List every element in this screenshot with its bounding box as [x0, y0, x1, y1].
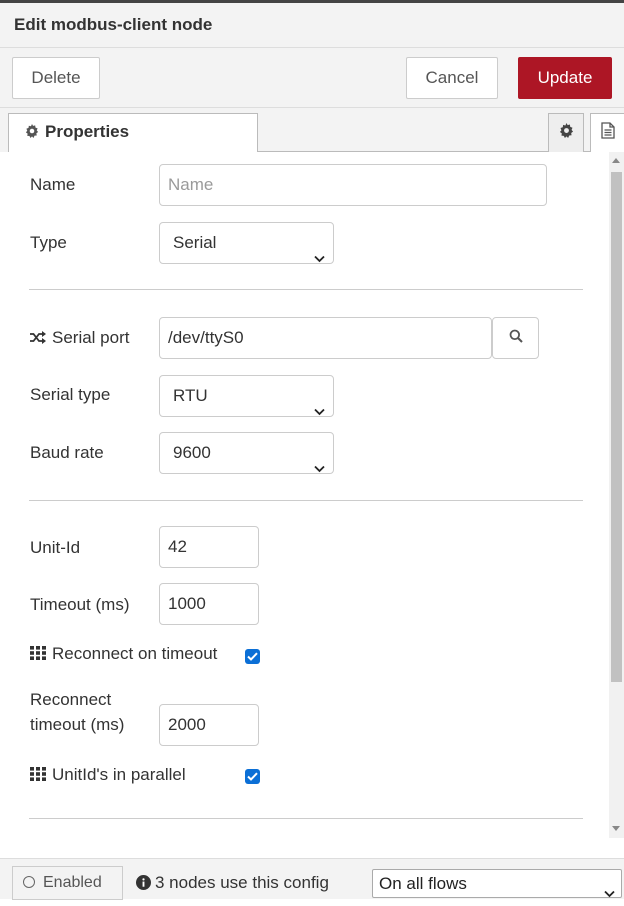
chevron-down-icon: [604, 879, 615, 906]
tab-properties[interactable]: Properties: [8, 113, 258, 153]
config-users-info: 3 nodes use this config: [136, 866, 329, 902]
reconnect-on-timeout-checkbox[interactable]: [245, 649, 260, 664]
cancel-button[interactable]: Cancel: [406, 57, 498, 99]
unitids-parallel-label: UnitId's in parallel: [30, 765, 186, 786]
checkmark-icon: [247, 652, 258, 661]
circle-icon: [23, 876, 35, 888]
reconnect-on-timeout-label: Reconnect on timeout: [30, 644, 217, 665]
reconnect-timeout-label-line2: timeout (ms): [30, 715, 125, 734]
grid-icon: [30, 766, 46, 786]
tab-bar: Properties: [0, 108, 624, 153]
gear-icon: [25, 115, 39, 151]
dialog-footer: Enabled 3 nodes use this config On all f…: [0, 858, 624, 902]
baud-rate-select[interactable]: 9600: [159, 432, 334, 474]
search-icon: [509, 328, 523, 348]
baud-rate-label: Baud rate: [30, 443, 104, 462]
unit-id-label: Unit-Id: [30, 538, 81, 557]
name-label: Name: [30, 175, 76, 194]
unitids-parallel-checkbox[interactable]: [245, 769, 260, 784]
chevron-down-icon: [314, 238, 325, 278]
reconnect-timeout-label-line1: Reconnect: [30, 690, 112, 709]
section-divider: [29, 289, 583, 290]
panel-scrollbar[interactable]: [609, 152, 624, 838]
serial-port-label: Serial port: [30, 328, 129, 349]
flow-scope-value: On all flows: [379, 874, 467, 893]
port-search-button[interactable]: [492, 317, 539, 359]
timeout-input[interactable]: 1000: [159, 583, 259, 625]
serial-port-input[interactable]: /dev/ttyS0: [159, 317, 492, 359]
gear-icon: [559, 123, 574, 143]
chevron-down-icon: [314, 448, 325, 488]
checkmark-icon: [247, 772, 258, 781]
flow-scope-select[interactable]: On all flows: [372, 869, 622, 898]
grid-icon: [30, 645, 46, 665]
config-users-text: 3 nodes use this config: [155, 873, 329, 892]
enabled-toggle-button[interactable]: Enabled: [12, 866, 123, 900]
delete-button[interactable]: Delete: [12, 57, 100, 99]
unit-id-input[interactable]: 42: [159, 526, 259, 568]
dialog-toolbar: Delete Cancel Update: [0, 48, 624, 108]
baud-rate-select-value: 9600: [173, 443, 211, 462]
update-button[interactable]: Update: [518, 57, 612, 99]
chevron-down-icon: [314, 391, 325, 431]
tab-description-button[interactable]: [590, 113, 624, 153]
section-divider: [29, 500, 583, 501]
type-label: Type: [30, 233, 67, 252]
name-input[interactable]: Name: [159, 164, 547, 206]
serial-type-select-value: RTU: [173, 386, 208, 405]
section-divider: [29, 818, 583, 819]
tab-settings-button[interactable]: [548, 113, 584, 153]
serial-port-label-text: Serial port: [52, 328, 130, 347]
dialog-title: Edit modbus-client node: [0, 3, 624, 48]
scroll-up-arrow-icon[interactable]: [612, 158, 620, 163]
document-icon: [601, 122, 615, 144]
info-icon: [136, 868, 151, 902]
serial-type-label: Serial type: [30, 385, 111, 404]
reconnect-timeout-input[interactable]: 2000: [159, 704, 259, 746]
unitids-parallel-text: UnitId's in parallel: [52, 765, 186, 784]
scroll-down-arrow-icon[interactable]: [612, 826, 620, 831]
scrollbar-thumb[interactable]: [611, 172, 622, 682]
shuffle-icon: [30, 329, 46, 349]
serial-type-select[interactable]: RTU: [159, 375, 334, 417]
tab-properties-label: Properties: [45, 122, 130, 141]
type-select[interactable]: Serial: [159, 222, 334, 264]
enabled-label: Enabled: [43, 874, 102, 891]
type-select-value: Serial: [173, 233, 217, 252]
reconnect-on-timeout-text: Reconnect on timeout: [52, 644, 218, 663]
timeout-label: Timeout (ms): [30, 595, 130, 614]
